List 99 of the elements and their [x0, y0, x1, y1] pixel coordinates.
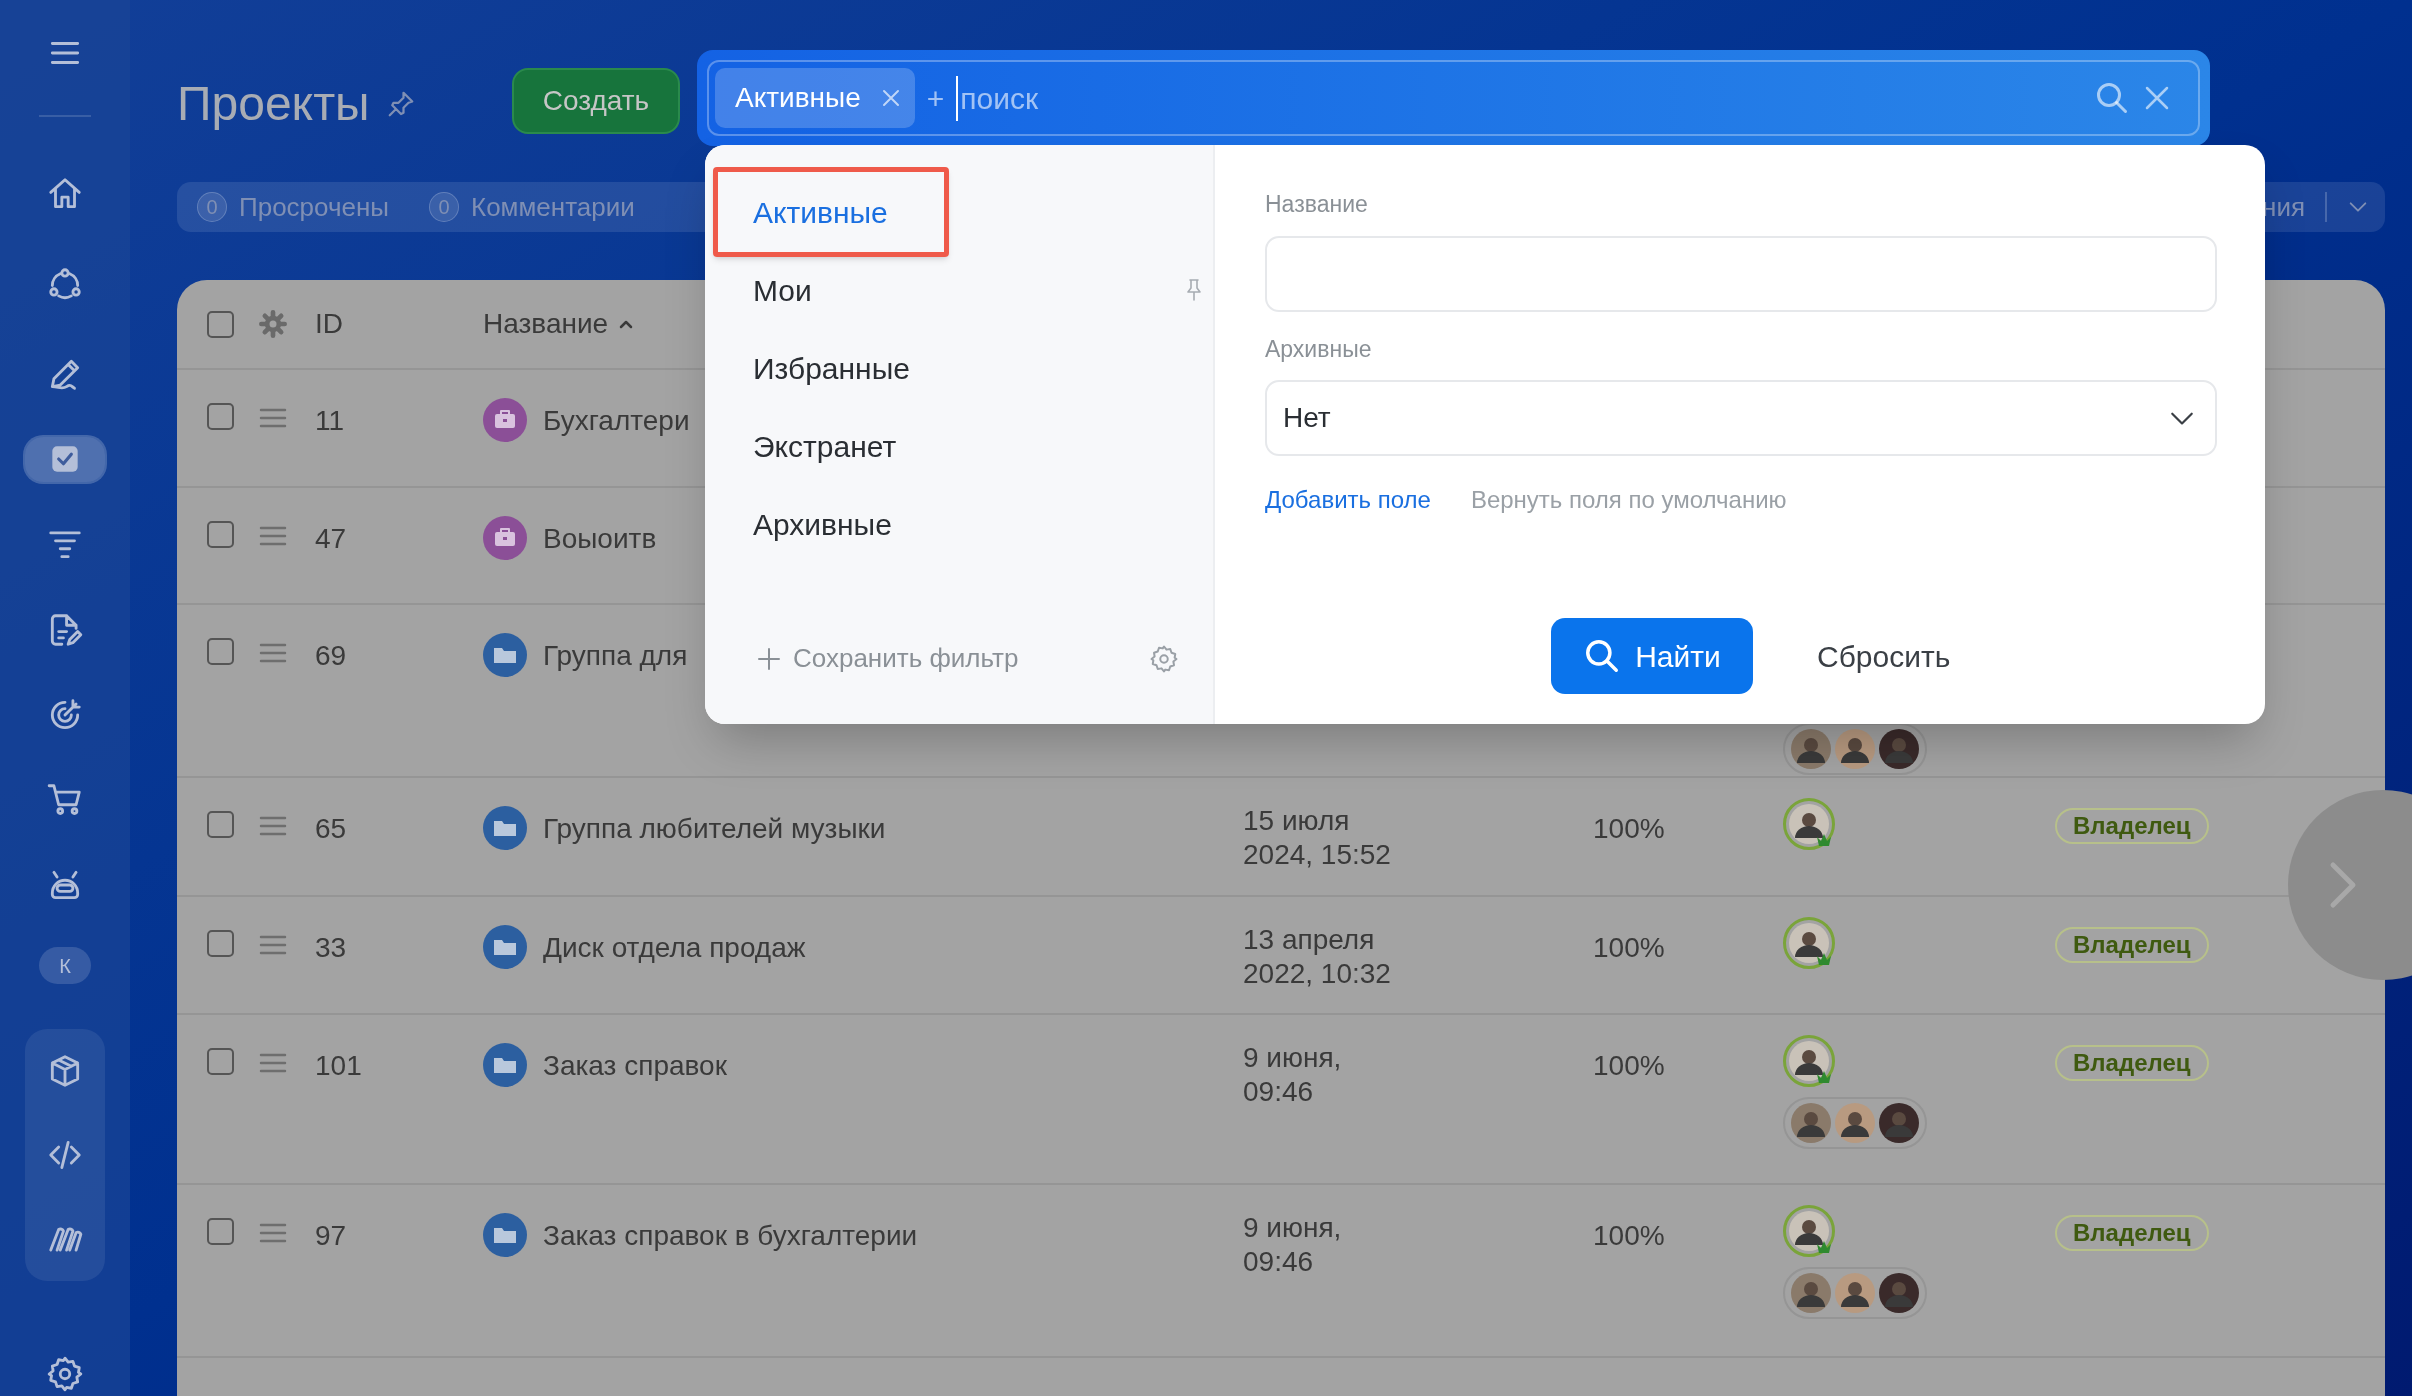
role-badge: Владелец [2055, 1045, 2209, 1081]
folder-icon [483, 806, 527, 850]
avatar [1789, 804, 1829, 844]
column-header[interactable]: ID [315, 303, 483, 345]
avatar [1789, 1211, 1829, 1251]
sidebar-item[interactable] [25, 436, 105, 482]
avatar [1789, 1041, 1829, 1081]
project-name[interactable]: Заказ справок [543, 1045, 1243, 1087]
add-prefix: + [926, 80, 945, 117]
drag-handle-icon[interactable] [259, 1223, 287, 1243]
input-field[interactable] [1265, 235, 2217, 312]
project-name[interactable]: Группа любителей музыки [543, 808, 1243, 850]
drag-handle-icon[interactable] [259, 408, 287, 428]
user-avatar[interactable]: К [39, 947, 91, 984]
table-cell-text: 9 июня, 09:46 [1243, 1041, 1343, 1109]
row-checkbox[interactable] [207, 638, 234, 665]
row-checkbox[interactable] [207, 403, 234, 430]
crown-icon [1816, 1240, 1832, 1254]
table-cell-text: 33 [315, 931, 348, 965]
search-field[interactable]: Активные + поиск [707, 60, 2200, 136]
folder-icon [483, 1043, 527, 1087]
project-name[interactable]: Заказ справок в бухгалтерии [543, 1215, 1243, 1257]
chip-label: Активные [735, 81, 861, 115]
filter-preset[interactable]: Избранные [705, 329, 1213, 407]
search-input[interactable]: поиск [956, 75, 2082, 121]
close-icon[interactable] [880, 88, 901, 108]
row-checkbox[interactable] [207, 930, 234, 957]
drag-handle-icon[interactable] [259, 1053, 287, 1073]
table-cell-text: 101 [315, 1049, 363, 1083]
find-button[interactable]: Найти [1551, 618, 1753, 694]
filter-preset[interactable]: Мои [705, 251, 1213, 329]
role-badge: Владелец [2055, 927, 2209, 963]
avatar [1879, 1273, 1919, 1313]
avatar [1791, 1103, 1831, 1143]
pin-icon[interactable] [1185, 278, 1203, 302]
crown-icon [1816, 833, 1832, 847]
table-cell-text: 97 [315, 1219, 348, 1253]
crown-icon [1816, 1070, 1832, 1084]
add-field-link[interactable]: Добавить поле [1265, 482, 1431, 518]
row-checkbox[interactable] [207, 811, 234, 838]
row-checkbox[interactable] [207, 521, 234, 548]
avatar [1789, 923, 1829, 963]
briefcase-icon [483, 398, 527, 442]
reset-fields-link[interactable]: Вернуть поля по умолчанию [1470, 482, 1787, 518]
counter-label[interactable]: Просрочены [239, 187, 389, 227]
drag-handle-icon[interactable] [259, 935, 287, 955]
role-badge: Владелец [2055, 1215, 2209, 1251]
folder-icon [483, 925, 527, 969]
avatar [1879, 729, 1919, 769]
drag-handle-icon[interactable] [259, 643, 287, 663]
drag-handle-icon[interactable] [259, 816, 287, 836]
filter-preset[interactable]: Активные [705, 173, 1213, 251]
avatar [1791, 729, 1831, 769]
row-checkbox[interactable] [207, 1218, 234, 1245]
save-filter-button[interactable]: Сохранить фильтр [757, 639, 1019, 678]
column-header[interactable]: Название [483, 303, 635, 345]
filter-preset[interactable]: Экстранет [705, 407, 1213, 485]
table-cell-text: 11 [315, 404, 346, 438]
crown-icon [1816, 952, 1832, 966]
table-cell-text: 100% [1593, 931, 1665, 965]
settings-icon [46, 1354, 84, 1393]
filter-chip[interactable]: Активные [715, 68, 915, 128]
settings-icon[interactable] [1149, 643, 1179, 674]
counter-label[interactable]: Комментарии [471, 187, 635, 227]
table-cell-text: 65 [315, 812, 348, 846]
plus-icon [757, 646, 781, 671]
folder-icon [483, 633, 527, 677]
count-badge: 0 [197, 192, 227, 222]
filter-preset[interactable]: Архивные [705, 485, 1213, 563]
table-cell-text: 15 июля 2024, 15:52 [1243, 804, 1392, 872]
row-checkbox[interactable] [207, 1048, 234, 1075]
avatar [1835, 1103, 1875, 1143]
briefcase-icon [483, 516, 527, 560]
count-badge: 0 [429, 192, 459, 222]
chevron-right-icon [2328, 860, 2358, 910]
row-checkbox[interactable] [207, 310, 234, 338]
table-cell-text: 100% [1593, 1049, 1665, 1083]
project-name[interactable]: Диск отдела продаж [543, 927, 1243, 969]
drag-handle-icon[interactable] [259, 526, 287, 546]
role-badge: Владелец [2055, 808, 2209, 844]
field-label: Название [1265, 190, 1369, 219]
create-button[interactable]: Создать [512, 68, 680, 134]
table-cell-text: 69 [315, 639, 348, 673]
table-cell-text: 47 [315, 522, 348, 556]
avatar [1835, 1273, 1875, 1313]
reset-button[interactable]: Сбросить [1803, 618, 1965, 694]
select-field[interactable]: Нет [1265, 380, 2217, 456]
table-cell-text: 9 июня, 09:46 [1243, 1211, 1343, 1279]
gear-icon[interactable] [259, 310, 287, 338]
table-cell-text: 100% [1593, 812, 1665, 846]
table-cell-text: 100% [1593, 1219, 1665, 1253]
page-title: Проекты [177, 76, 370, 132]
search-icon[interactable] [2094, 80, 2130, 116]
avatar [1791, 1273, 1831, 1313]
field-label: Архивные [1265, 334, 1373, 364]
folder-icon [483, 1213, 527, 1257]
avatar [1835, 729, 1875, 769]
avatar [1879, 1103, 1919, 1143]
table-cell-text: 13 апреля 2022, 10:32 [1243, 923, 1392, 991]
